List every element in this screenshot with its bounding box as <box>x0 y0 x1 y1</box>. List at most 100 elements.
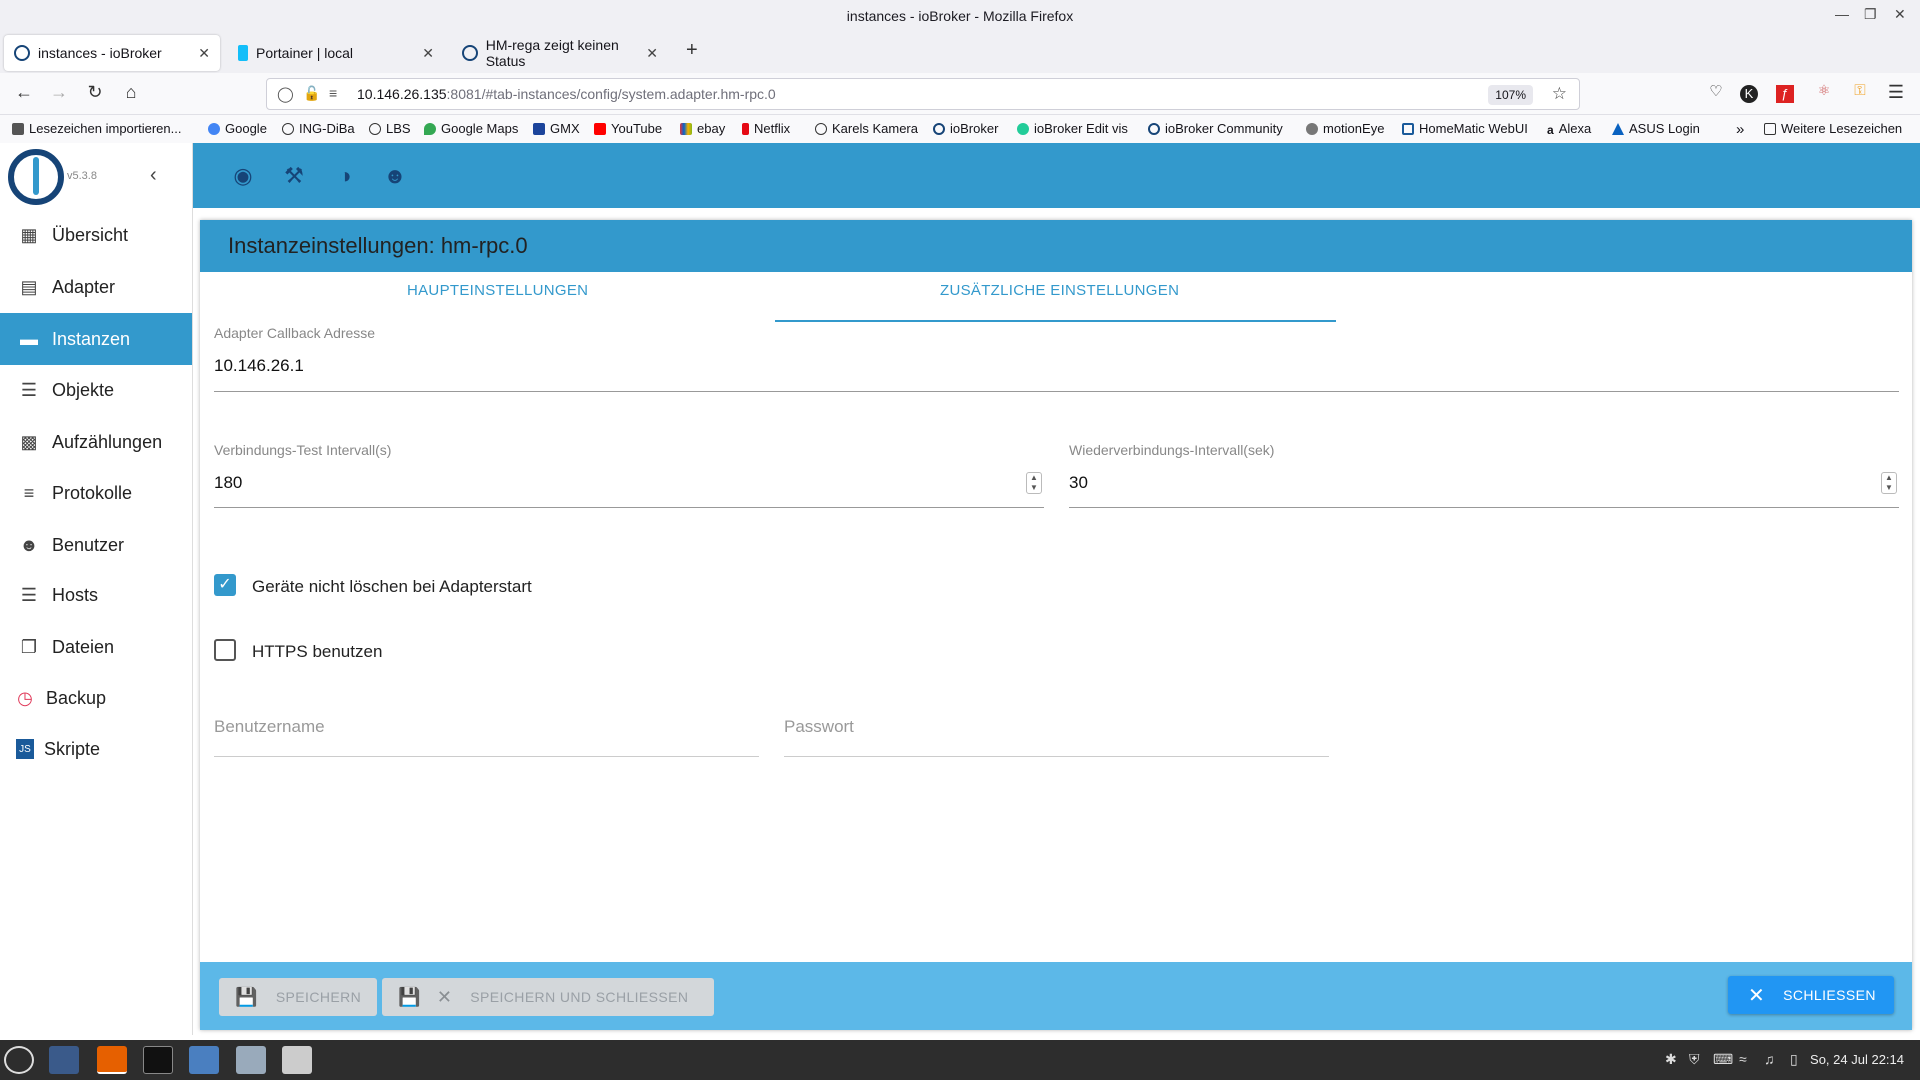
bookmark-label: Google <box>225 121 267 136</box>
sidebar-item-protokolle[interactable]: ≡ Protokolle <box>0 467 192 519</box>
test-interval-stepper[interactable]: ▲ ▼ <box>1026 472 1042 494</box>
bookmark-netflix[interactable]: Netflix <box>742 121 790 136</box>
username-input[interactable]: Benutzername <box>214 717 325 737</box>
collapse-sidebar-icon[interactable]: ‹ <box>150 164 157 187</box>
grid-icon: ▦ <box>20 224 38 245</box>
bookmark-iobroker[interactable]: ioBroker <box>933 121 998 136</box>
shield-icon[interactable]: ◯ <box>277 85 294 103</box>
app-menu-icon[interactable]: ☰ <box>1884 82 1908 103</box>
close-tab-icon[interactable]: ✕ <box>198 45 210 62</box>
folder-icon <box>1764 122 1776 135</box>
bookmarks-toolbar: Lesezeichen importieren... Google ING-Di… <box>0 115 1920 143</box>
bookmark-motioneye[interactable]: motionEye <box>1306 121 1384 136</box>
reconnect-interval-label: Wiederverbindungs-Intervall(sek) <box>1069 442 1275 458</box>
calculator-icon[interactable] <box>282 1046 312 1074</box>
zoom-level[interactable]: 107% <box>1488 85 1533 105</box>
bookmark-gmx[interactable]: GMX <box>533 121 580 136</box>
bookmark-ebay[interactable]: ebay <box>680 121 725 136</box>
save-button[interactable]: 💾 SPEICHERN <box>219 978 377 1016</box>
save-and-close-button[interactable]: 💾 ✕ SPEICHERN UND SCHLIESSEN <box>382 978 714 1016</box>
bookmark-google[interactable]: Google <box>208 121 267 136</box>
bluetooth-icon[interactable]: ✱ <box>1665 1051 1677 1068</box>
eye-icon[interactable]: ◉ <box>229 163 257 189</box>
bookmark-import[interactable]: Lesezeichen importieren... <box>12 121 181 136</box>
browser-tab-iobroker[interactable]: instances - ioBroker ✕ <box>4 35 220 71</box>
back-icon[interactable]: ← <box>12 82 36 103</box>
insecure-lock-icon[interactable]: 🔓 <box>303 85 320 102</box>
terminal-icon[interactable] <box>143 1046 173 1074</box>
new-tab-icon[interactable]: + <box>686 39 698 62</box>
show-desktop-icon[interactable] <box>49 1046 79 1074</box>
theme-icon[interactable]: ◑ <box>331 163 359 189</box>
bookmark-ing[interactable]: ING-DiBa <box>282 121 355 136</box>
extension-pdf-icon[interactable]: ƒ <box>1776 85 1794 103</box>
globe-icon <box>282 122 294 135</box>
bookmark-youtube[interactable]: YouTube <box>594 121 662 136</box>
sidebar-item-dateien[interactable]: ❐ Dateien <box>0 621 192 673</box>
sidebar-item-label: Skripte <box>44 738 101 759</box>
https-checkbox[interactable] <box>214 639 236 661</box>
sidebar-item-instanzen[interactable]: ▬ Instanzen <box>0 313 192 365</box>
reconnect-interval-stepper[interactable]: ▲ ▼ <box>1881 472 1897 494</box>
maximize-button[interactable]: ❐ <box>1864 6 1877 23</box>
dont-delete-devices-checkbox[interactable]: ✓ <box>214 574 236 596</box>
start-menu-icon[interactable] <box>4 1046 34 1074</box>
sidebar-item-uebersicht[interactable]: ▦ Übersicht <box>0 209 192 261</box>
bookmark-asus[interactable]: ASUS Login <box>1612 121 1700 136</box>
bookmark-iobroker-community[interactable]: ioBroker Community <box>1148 121 1283 136</box>
security-shield-icon[interactable]: ⛨ <box>1689 1051 1700 1068</box>
wrench-icon[interactable]: ⚒ <box>280 163 308 189</box>
bookmark-alexa[interactable]: a Alexa <box>1547 121 1591 137</box>
browser-tab-forum[interactable]: HM-rega zeigt keinen Status ✕ <box>452 35 668 71</box>
tab-haupteinstellungen[interactable]: HAUPTEINSTELLUNGEN <box>407 282 588 299</box>
sidebar-item-objekte[interactable]: ☰ Objekte <box>0 364 192 416</box>
bookmark-google-maps[interactable]: Google Maps <box>424 121 518 136</box>
bookmark-lbs[interactable]: LBS <box>369 121 411 136</box>
forward-icon[interactable]: → <box>47 82 71 103</box>
wifi-icon[interactable]: ≈ <box>1739 1051 1747 1067</box>
bookmark-homematic[interactable]: HomeMatic WebUI <box>1402 121 1528 136</box>
sidebar-item-benutzer[interactable]: ☻ Benutzer <box>0 519 192 571</box>
keyboard-icon[interactable]: ⌨ <box>1713 1051 1733 1068</box>
password-input[interactable]: Passwort <box>784 717 854 737</box>
expert-mode-icon[interactable]: ☻ <box>381 163 409 189</box>
address-bar[interactable]: ◯ 🔓 ≡ 10.146.26.135:8081/#tab-instances/… <box>266 78 1580 110</box>
sidebar-item-hosts[interactable]: ☰ Hosts <box>0 569 192 621</box>
bookmark-other[interactable]: Weitere Lesezeichen <box>1764 121 1902 136</box>
sidebar-item-label: Benutzer <box>52 534 125 555</box>
firefox-taskbar-icon[interactable] <box>97 1046 127 1074</box>
close-window-button[interactable]: ✕ <box>1894 6 1906 23</box>
extension-key-icon[interactable]: ⚿ <box>1848 82 1872 99</box>
battery-icon[interactable]: ▯ <box>1790 1051 1798 1068</box>
callback-address-input[interactable]: 10.146.26.1 <box>214 356 304 376</box>
sidebar-item-label: Aufzählungen <box>52 431 163 452</box>
extension-k-icon[interactable]: K <box>1740 85 1758 103</box>
app-taskbar-icon[interactable] <box>236 1046 266 1074</box>
sidebar-item-skripte[interactable]: JS Skripte <box>0 723 192 775</box>
minimize-button[interactable]: — <box>1835 6 1849 22</box>
sidebar-item-backup[interactable]: ◷ Backup <box>0 672 192 724</box>
volume-icon[interactable]: ♫ <box>1764 1051 1775 1067</box>
reload-icon[interactable]: ↻ <box>83 82 107 103</box>
bookmarks-overflow-icon[interactable]: » <box>1736 121 1744 138</box>
reconnect-interval-input[interactable]: 30 <box>1069 473 1088 493</box>
sidebar-item-aufzaehlungen[interactable]: ▩ Aufzählungen <box>0 416 192 468</box>
bookmark-karels-kamera[interactable]: Karels Kamera <box>815 121 918 136</box>
extension-icon[interactable]: ⚛ <box>1812 82 1836 99</box>
browser-tab-portainer[interactable]: Portainer | local ✕ <box>228 35 444 71</box>
bookmark-star-icon[interactable]: ☆ <box>1552 84 1567 104</box>
close-button[interactable]: ✕ SCHLIESSEN <box>1728 976 1894 1014</box>
active-tab-indicator <box>775 320 1336 322</box>
test-interval-input[interactable]: 180 <box>214 473 242 493</box>
close-tab-icon[interactable]: ✕ <box>646 45 658 62</box>
pocket-icon[interactable]: ♡ <box>1704 82 1728 100</box>
tab-zusaetzliche-einstellungen[interactable]: ZUSÄTZLICHE EINSTELLUNGEN <box>940 282 1179 299</box>
close-tab-icon[interactable]: ✕ <box>422 45 434 62</box>
bookmark-iobroker-vis[interactable]: ioBroker Edit vis <box>1017 121 1128 136</box>
home-icon[interactable]: ⌂ <box>119 82 143 103</box>
iobroker-logo[interactable] <box>8 149 64 205</box>
sidebar-item-adapter[interactable]: ▤ Adapter <box>0 261 192 313</box>
files-taskbar-icon[interactable] <box>189 1046 219 1074</box>
permissions-icon[interactable]: ≡ <box>329 85 337 101</box>
clock[interactable]: So, 24 Jul 22:14 <box>1810 1052 1904 1067</box>
